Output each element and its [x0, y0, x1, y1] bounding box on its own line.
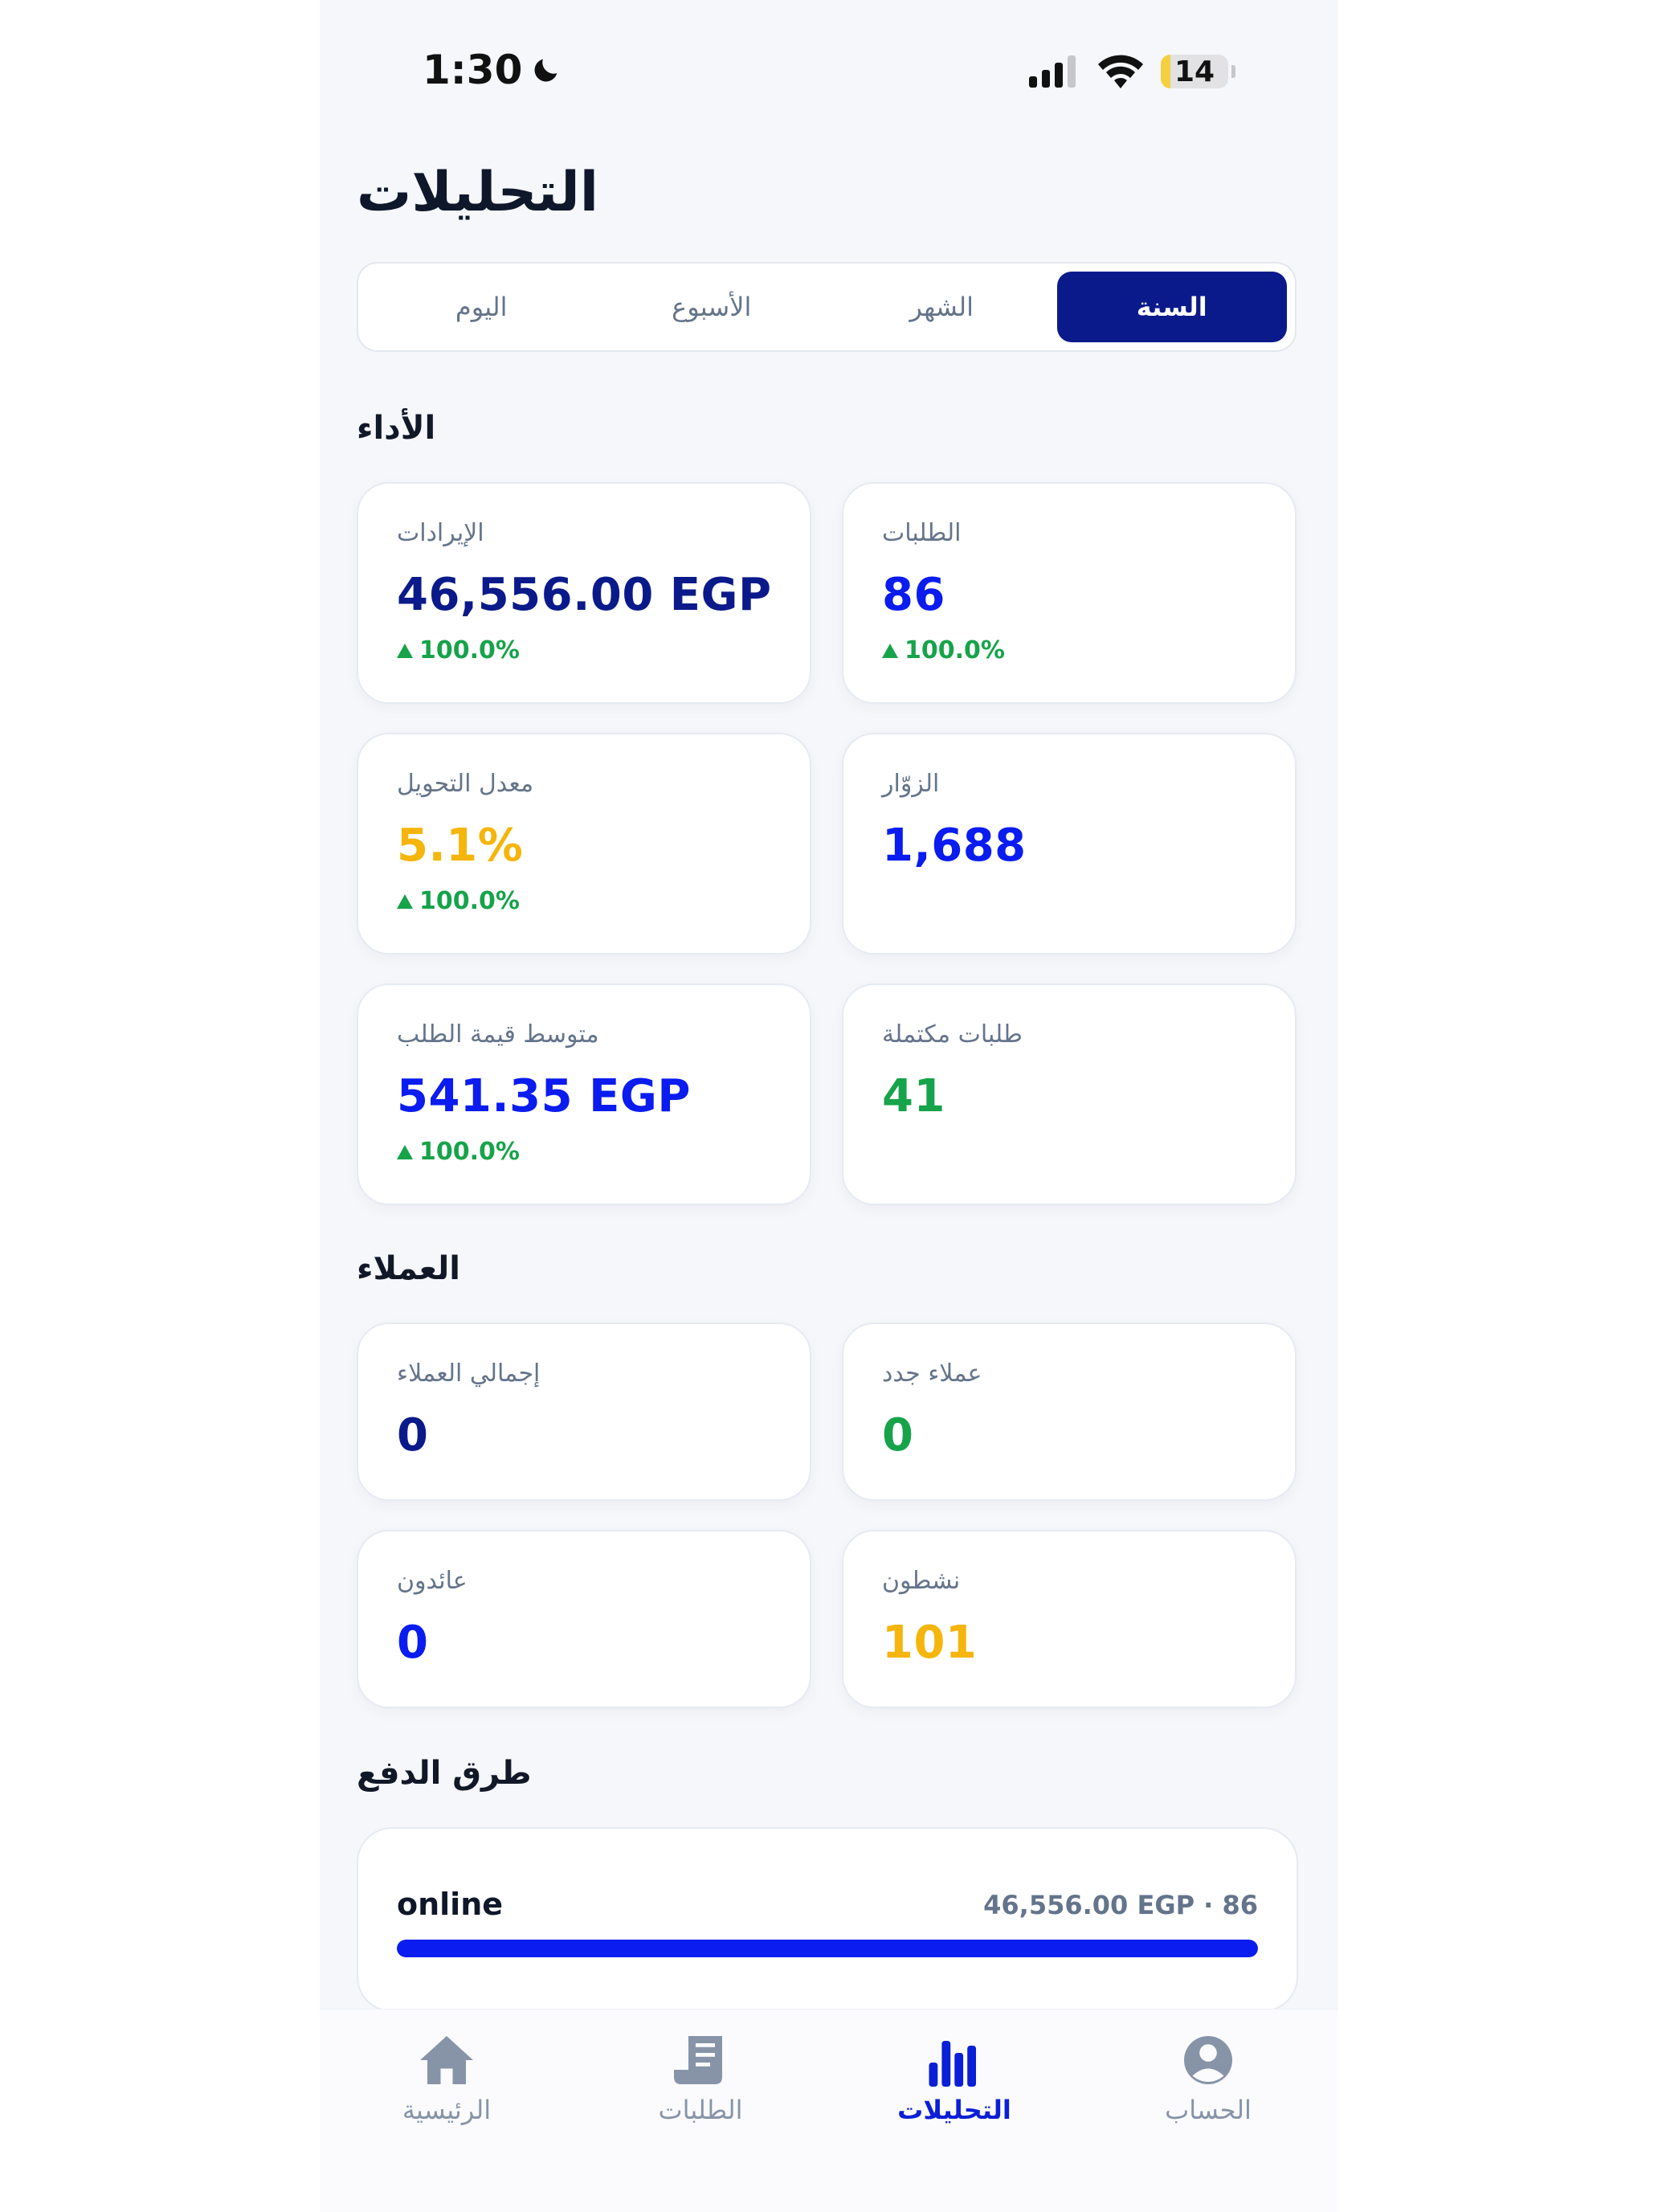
period-segmented-control: السنة الشهر الأسبوع اليوم — [357, 262, 1297, 352]
section-title-payments: طرق الدفع — [357, 1755, 532, 1792]
metric-card-orders[interactable]: الطلبات 86 100.0% — [842, 482, 1297, 704]
battery-fill — [1161, 55, 1170, 88]
metric-label: الطلبات — [882, 519, 962, 547]
battery-indicator: 14 — [1161, 55, 1228, 88]
delta-text: 100.0% — [905, 636, 1005, 664]
metric-value: 46,556.00 EGP — [397, 569, 772, 621]
section-title-customers: العملاء — [357, 1250, 460, 1287]
bottom-tab-bar: الرئيسية الطلبات التحليلات الحساب — [320, 2009, 1338, 2212]
metric-value: 541.35 EGP — [397, 1070, 691, 1122]
trend-up-icon — [397, 1144, 413, 1159]
tab-account[interactable]: الحساب — [1128, 2034, 1288, 2125]
metric-card-visitors[interactable]: الزوّار 1,688 — [842, 733, 1297, 955]
metric-value: 5.1% — [397, 820, 524, 872]
metric-value: 0 — [882, 1409, 914, 1462]
metric-card-returning[interactable]: عائدون 0 — [357, 1530, 811, 1708]
metric-card-completed[interactable]: طلبات مكتملة 41 — [842, 983, 1297, 1205]
wifi-icon — [1098, 55, 1143, 88]
trend-up-icon — [397, 893, 413, 909]
metric-delta: 100.0% — [882, 636, 1005, 664]
metric-card-new-customers[interactable]: عملاء جدد 0 — [842, 1323, 1297, 1501]
trend-up-icon — [882, 643, 898, 658]
segment-day[interactable]: اليوم — [366, 272, 597, 342]
tab-label: الطلبات — [658, 2095, 743, 2125]
tab-label: الرئيسية — [402, 2095, 492, 2125]
segment-year[interactable]: السنة — [1056, 272, 1287, 342]
metric-value: 101 — [882, 1617, 978, 1669]
home-icon — [420, 2036, 473, 2084]
metric-card-active[interactable]: نشطون 101 — [842, 1530, 1297, 1708]
metric-label: نشطون — [882, 1567, 961, 1595]
section-title-performance: الأداء — [357, 410, 436, 447]
metric-card-avg-order[interactable]: متوسط قيمة الطلب 541.35 EGP 100.0% — [357, 983, 811, 1205]
payment-method-meta: 46,556.00 EGP · 86 — [983, 1890, 1258, 1920]
tab-home[interactable]: الرئيسية — [366, 2034, 527, 2125]
metric-label: الإيرادات — [397, 519, 484, 547]
payment-method-name: online — [397, 1887, 504, 1922]
metric-label: معدل التحويل — [397, 770, 534, 798]
metric-label: طلبات مكتملة — [882, 1020, 1023, 1049]
metric-delta: 100.0% — [397, 636, 520, 664]
moon-icon — [534, 59, 557, 82]
metric-value: 1,688 — [882, 820, 1027, 872]
tab-orders[interactable]: الطلبات — [620, 2034, 781, 2125]
metric-card-total-customers[interactable]: إجمالي العملاء 0 — [357, 1323, 811, 1501]
trend-up-icon — [397, 643, 413, 658]
battery-level: 14 — [1174, 55, 1215, 88]
segment-week[interactable]: الأسبوع — [597, 272, 827, 342]
segment-month[interactable]: الشهر — [827, 272, 1057, 342]
app-screen: 1:30 14 التحليلات السنة الشهر الأسبوع ال… — [320, 0, 1338, 2212]
metric-delta: 100.0% — [397, 887, 520, 915]
status-indicators: 14 — [1029, 55, 1235, 88]
metric-label: عملاء جدد — [882, 1360, 982, 1388]
page-title: التحليلات — [357, 161, 599, 224]
metric-label: الزوّار — [882, 770, 940, 798]
metric-label: إجمالي العملاء — [397, 1360, 541, 1388]
metric-value: 86 — [882, 569, 945, 621]
metric-delta: 100.0% — [397, 1138, 520, 1166]
delta-text: 100.0% — [419, 1138, 520, 1166]
payment-method-card[interactable]: online 46,556.00 EGP · 86 — [357, 1827, 1298, 2012]
metric-value: 41 — [882, 1070, 945, 1122]
delta-text: 100.0% — [419, 636, 520, 664]
tab-label: التحليلات — [897, 2095, 1011, 2125]
payment-share-fill — [397, 1940, 1258, 1957]
tab-analytics[interactable]: التحليلات — [874, 2034, 1035, 2125]
metric-label: عائدون — [397, 1567, 468, 1595]
battery-tip — [1231, 65, 1235, 78]
metric-label: متوسط قيمة الطلب — [397, 1020, 599, 1049]
bar-chart-icon — [929, 2041, 976, 2087]
metric-card-conversion[interactable]: معدل التحويل 5.1% 100.0% — [357, 733, 811, 955]
tab-label: الحساب — [1165, 2095, 1252, 2125]
metric-value: 0 — [397, 1617, 429, 1669]
metric-value: 0 — [397, 1409, 429, 1462]
metric-card-revenue[interactable]: الإيرادات 46,556.00 EGP 100.0% — [357, 482, 811, 704]
status-time: 1:30 — [423, 47, 562, 93]
receipt-icon — [674, 2036, 722, 2084]
delta-text: 100.0% — [419, 887, 520, 915]
payment-share-bar — [397, 1940, 1258, 1957]
user-circle-icon — [1184, 2036, 1232, 2084]
signal-icon — [1029, 55, 1076, 88]
status-time-text: 1:30 — [423, 47, 523, 93]
